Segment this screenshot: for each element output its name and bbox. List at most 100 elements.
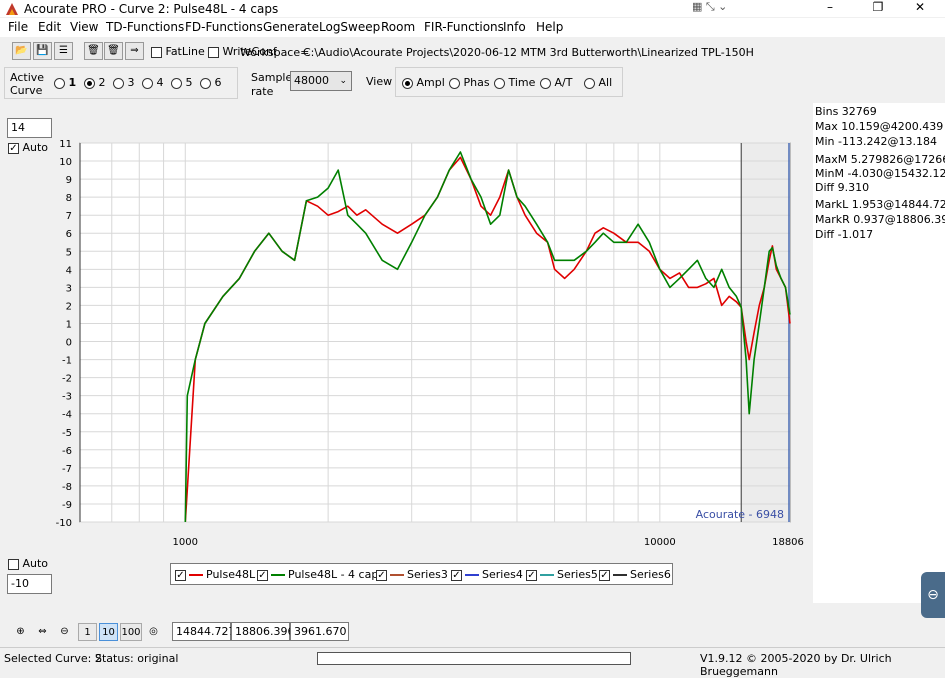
menu-view[interactable]: View <box>70 20 98 34</box>
y-tick-label: -9 <box>62 500 72 511</box>
view-radio-at-label: A/T <box>554 76 573 89</box>
sample-rate-select[interactable]: 48000 ⌄ <box>290 71 352 91</box>
delete-all-icon[interactable]: 🗑 <box>104 42 123 60</box>
zoom-1-button[interactable]: 1 <box>78 623 97 641</box>
chart-area[interactable]: 11 10 9 8 7 6 5 4 3 2 1 0 -1 -2 -3 -4 -5 -6 -7 -8 -9 -10 1000 1… <box>56 139 804 548</box>
info-maxm: MaxM 5.279826@17266.113 <box>815 153 945 166</box>
legend-item-pulse48l-4caps[interactable]: ✓ Pulse48L - 4 caps <box>257 568 384 581</box>
title-bar: Acourate PRO - Curve 2: Pulse48L - 4 cap… <box>0 0 945 17</box>
x-tick-label: 10000 <box>644 537 676 548</box>
menu-td-functions[interactable]: TD-Functions <box>106 20 184 34</box>
y-tick-label: 5 <box>66 247 72 258</box>
y-tick-label: 6 <box>66 229 72 240</box>
view-radio-time-label: Time <box>508 76 536 89</box>
view-radio-phas-label: Phas <box>463 76 490 89</box>
legend-item-series5[interactable]: ✓ Series5 <box>526 568 598 581</box>
mark-diff-field[interactable]: 3961.670 <box>290 622 349 641</box>
menu-file[interactable]: File <box>8 20 28 34</box>
y-tick-label: -3 <box>62 392 72 403</box>
legend-item-pulse48l-label: Pulse48L <box>206 568 256 581</box>
y-max-auto-label: Auto <box>22 141 49 154</box>
view-radio-ampl[interactable]: Ampl <box>402 76 445 89</box>
y-max-input[interactable]: 14 <box>7 118 52 138</box>
menu-logsweep[interactable]: LogSweep <box>319 20 380 34</box>
title-small-icons[interactable]: ▦ ⤡ ⌄ <box>692 0 742 15</box>
curve-radio-2[interactable]: 2 <box>84 76 106 89</box>
info-diff1: Diff 9.310 <box>815 181 870 194</box>
legend-item-pulse48l[interactable]: ✓ Pulse48L <box>175 568 255 581</box>
view-radio-phas[interactable]: Phas <box>449 76 490 89</box>
y-tick-label: -8 <box>62 482 72 493</box>
active-curve-group: Active Curve 1 2 3 4 5 6 <box>4 67 238 99</box>
y-tick-label: -5 <box>62 428 72 439</box>
mark-left-field[interactable]: 14844.727 <box>172 622 236 641</box>
progress-bar <box>317 652 631 665</box>
save-icon[interactable]: 💾 <box>33 42 52 60</box>
fatline-checkbox[interactable]: FatLine <box>151 45 205 58</box>
zoom-in-icon[interactable]: ⊕ <box>11 623 30 641</box>
menu-edit[interactable]: Edit <box>38 20 61 34</box>
y-min-input[interactable]: -10 <box>7 574 52 594</box>
active-curve-label-1: Active <box>10 71 45 84</box>
y-tick-label: -7 <box>62 464 72 475</box>
sample-rate-label-2: rate <box>251 85 274 98</box>
legend-item-series3[interactable]: ✓ Series3 <box>376 568 448 581</box>
marked-region <box>741 143 791 522</box>
legend-item-pulse48l-4caps-label: Pulse48L - 4 caps <box>288 568 385 581</box>
y-tick-label: -2 <box>62 374 72 385</box>
legend-item-series3-label: Series3 <box>407 568 448 581</box>
zoom-out-icon[interactable]: ⊖ <box>55 623 74 641</box>
curve-radio-5[interactable]: 5 <box>171 76 193 89</box>
info-panel: Bins 32769 Max 10.159@4200.439 Min -113.… <box>813 103 945 603</box>
view-radio-time[interactable]: Time <box>494 76 535 89</box>
menu-fir-functions[interactable]: FIR-Functions <box>424 20 504 34</box>
menu-room[interactable]: Room <box>381 20 415 34</box>
menu-info[interactable]: Info <box>503 20 526 34</box>
fit-width-icon[interactable]: ⇔ <box>33 623 52 641</box>
status-bar: Selected Curve: 2 Status: original V1.9.… <box>0 647 945 678</box>
x-tick-label: 1000 <box>173 537 198 548</box>
menu-generate[interactable]: Generate <box>263 20 319 34</box>
y-tick-label: 11 <box>59 139 72 150</box>
curve-radio-4[interactable]: 4 <box>142 76 164 89</box>
menu-fd-functions[interactable]: FD-Functions <box>185 20 263 34</box>
workspace-path: C:\Audio\Acourate Projects\2020-06-12 MT… <box>303 46 754 59</box>
view-radio-at[interactable]: A/T <box>540 76 572 89</box>
curve-radio-6[interactable]: 6 <box>200 76 222 89</box>
close-button[interactable]: ✕ <box>900 0 940 17</box>
info-markr: MarkR 0.937@18806.396 <box>815 213 945 226</box>
restore-button[interactable]: ❐ <box>858 0 898 17</box>
y-max-auto-checkbox[interactable]: ✓ Auto <box>8 141 48 154</box>
y-tick-label: 8 <box>66 193 72 204</box>
y-min-auto-checkbox[interactable]: Auto <box>8 557 48 570</box>
side-panel-tab-icon[interactable]: ⊖ <box>921 572 945 618</box>
info-min: Min -113.242@13.184 <box>815 135 937 148</box>
curve-radio-1[interactable]: 1 <box>54 76 76 89</box>
workspace-label: Workspace= <box>240 46 310 59</box>
run-icon[interactable]: ⇒ <box>125 42 144 60</box>
zoom-100-button[interactable]: 100 <box>120 623 142 641</box>
target-icon[interactable]: ◎ <box>144 623 163 641</box>
y-tick-label: -10 <box>56 518 72 529</box>
minimize-button[interactable]: – <box>810 0 850 17</box>
curve-radio-1-label: 1 <box>68 76 77 89</box>
menu-help[interactable]: Help <box>536 20 563 34</box>
mark-right-field[interactable]: 18806.396 <box>231 622 295 641</box>
acourate-logo-icon <box>6 3 18 15</box>
y-tick-label: -4 <box>62 410 72 421</box>
legend-item-series6-label: Series6 <box>630 568 671 581</box>
window-title: Acourate PRO - Curve 2: Pulse48L - 4 cap… <box>24 2 279 16</box>
curve-radio-6-label: 6 <box>214 76 222 89</box>
legend-item-series6[interactable]: ✓ Series6 <box>599 568 671 581</box>
delete-icon[interactable]: 🗑 <box>84 42 103 60</box>
info-bins: Bins 32769 <box>815 105 877 118</box>
view-radio-all[interactable]: All <box>584 76 612 89</box>
curve-radio-3[interactable]: 3 <box>113 76 135 89</box>
zoom-10-button[interactable]: 10 <box>99 623 118 641</box>
frequency-response-chart[interactable]: 11109876543210-1-2-3-4-5-6-7-8-9-101000 1… <box>56 139 804 548</box>
open-folder-icon[interactable]: 📂 <box>12 42 31 60</box>
chevron-down-icon: ⌄ <box>339 76 347 86</box>
list-icon[interactable]: ☰ <box>54 42 73 60</box>
legend-item-series4[interactable]: ✓ Series4 <box>451 568 523 581</box>
legend: ✓ Pulse48L ✓ Pulse48L - 4 caps ✓ Series3 ✓ S… <box>170 563 673 585</box>
